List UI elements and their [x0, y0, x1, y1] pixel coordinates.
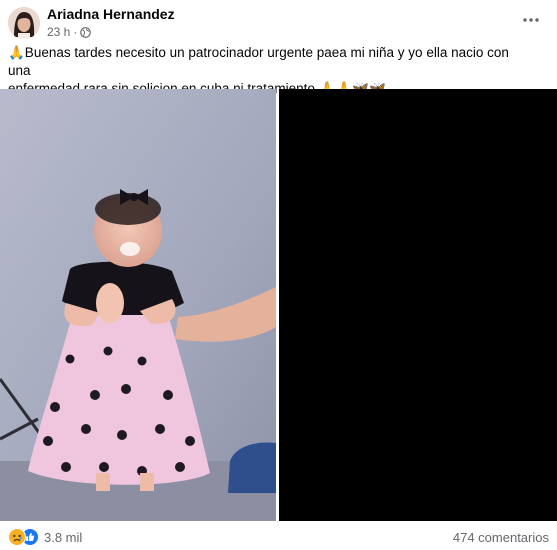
- reaction-count: 3.8 mil: [44, 529, 83, 545]
- avatar-image: [8, 7, 40, 39]
- post-text-line-1: 🙏Buenas tardes necesito un patrocinador …: [8, 45, 509, 78]
- black-photo[interactable]: [279, 89, 557, 521]
- child-photo-image: [0, 89, 276, 521]
- sad-reaction-icon: [8, 528, 26, 546]
- avatar[interactable]: [8, 7, 40, 39]
- globe-icon: [80, 26, 92, 38]
- post-meta: 23 h ·: [47, 25, 92, 39]
- post-media: [0, 89, 557, 521]
- more-options-icon[interactable]: [517, 6, 545, 34]
- post-header: Ariadna Hernandez 23 h ·: [0, 0, 557, 42]
- author-name[interactable]: Ariadna Hernandez: [47, 6, 175, 22]
- meta-separator: ·: [73, 25, 78, 39]
- child-photo[interactable]: [0, 89, 276, 521]
- post-footer: 3.8 mil 474 comentarios: [0, 521, 557, 550]
- comment-count[interactable]: 474 comentarios: [453, 530, 549, 545]
- post-time[interactable]: 23 h: [47, 25, 70, 39]
- reactions-summary[interactable]: 3.8 mil: [8, 528, 82, 546]
